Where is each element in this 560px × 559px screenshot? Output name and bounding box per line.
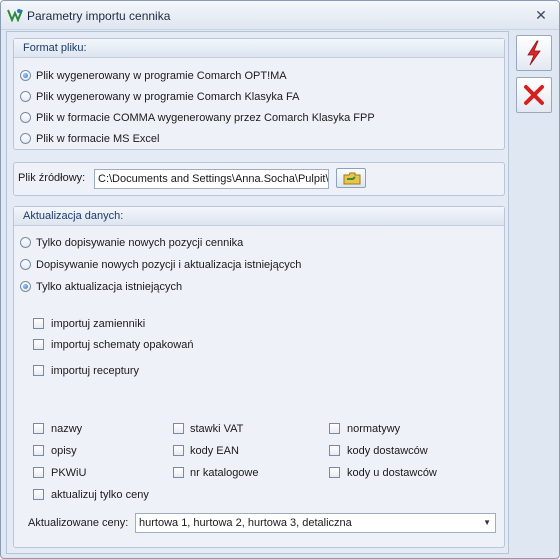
side-toolbar bbox=[511, 31, 555, 552]
checkbox-label: kody EAN bbox=[190, 445, 239, 457]
x-icon bbox=[524, 85, 544, 105]
prices-select[interactable]: hurtowa 1, hurtowa 2, hurtowa 3, detalic… bbox=[135, 513, 496, 533]
checkbox-box[interactable] bbox=[33, 318, 44, 329]
format-option-label: Plik w formacie MS Excel bbox=[36, 133, 160, 145]
format-option-label: Plik wygenerowany w programie Comarch OP… bbox=[36, 70, 287, 82]
checkbox-box[interactable] bbox=[33, 339, 44, 350]
mode-option-label: Tylko aktualizacja istniejących bbox=[36, 281, 183, 293]
source-group: Plik źródłowy: C:\Documents and Settings… bbox=[13, 162, 505, 196]
checkbox-label: PKWiU bbox=[51, 467, 87, 479]
checkbox-box[interactable] bbox=[329, 423, 340, 434]
format-group-title: Format pliku: bbox=[14, 39, 504, 58]
cancel-button[interactable] bbox=[516, 77, 552, 113]
chevron-down-icon[interactable]: ▼ bbox=[483, 514, 491, 532]
mode-option-radio[interactable] bbox=[20, 281, 31, 292]
title-bar: Parametry importu cennika ✕ bbox=[1, 1, 559, 30]
format-option-radio[interactable] bbox=[20, 133, 31, 144]
checkbox-label: importuj zamienniki bbox=[51, 318, 146, 330]
format-group: Format pliku: Plik wygenerowany w progra… bbox=[13, 38, 505, 150]
close-icon[interactable]: ✕ bbox=[533, 7, 549, 23]
checkbox-label: importuj schematy opakowań bbox=[51, 339, 194, 351]
import-dialog: Parametry importu cennika ✕ Format pliku… bbox=[0, 0, 560, 559]
checkbox-label: kody dostawców bbox=[347, 445, 428, 457]
checkbox-label: importuj receptury bbox=[51, 365, 140, 377]
source-path-input[interactable]: C:\Documents and Settings\Anna.Socha\Pul… bbox=[94, 169, 329, 189]
source-label: Plik źródłowy: bbox=[18, 172, 86, 184]
prices-select-value: hurtowa 1, hurtowa 2, hurtowa 3, detalic… bbox=[139, 517, 352, 529]
checkbox-box[interactable] bbox=[329, 445, 340, 456]
checkbox-box[interactable] bbox=[329, 467, 340, 478]
checkbox-box[interactable] bbox=[173, 445, 184, 456]
checkbox-box[interactable] bbox=[33, 365, 44, 376]
mode-option-label: Dopisywanie nowych pozycji i aktualizacj… bbox=[36, 259, 302, 271]
folder-icon bbox=[343, 172, 361, 185]
format-option-radio[interactable] bbox=[20, 91, 31, 102]
update-group-title: Aktualizacja danych: bbox=[14, 207, 504, 226]
checkbox-label: kody u dostawców bbox=[347, 467, 437, 479]
mode-option-radio[interactable] bbox=[20, 259, 31, 270]
checkbox-label: stawki VAT bbox=[190, 423, 244, 435]
checkbox-box[interactable] bbox=[33, 445, 44, 456]
lightning-icon bbox=[527, 40, 541, 66]
mode-option-radio[interactable] bbox=[20, 237, 31, 248]
checkbox-label: nazwy bbox=[51, 423, 83, 435]
app-icon bbox=[7, 9, 23, 22]
confirm-button[interactable] bbox=[516, 35, 552, 71]
prices-label: Aktualizowane ceny: bbox=[28, 517, 129, 529]
checkbox-label: nr katalogowe bbox=[190, 467, 259, 479]
mode-option-label: Tylko dopisywanie nowych pozycji cennika bbox=[36, 237, 244, 249]
format-option-radio[interactable] bbox=[20, 112, 31, 123]
checkbox-box[interactable] bbox=[33, 423, 44, 434]
format-option-radio[interactable] bbox=[20, 70, 31, 81]
checkbox-box[interactable] bbox=[173, 467, 184, 478]
checkbox-box[interactable] bbox=[33, 489, 44, 500]
format-option-label: Plik w formacie COMMA wygenerowany przez… bbox=[36, 112, 375, 124]
update-group: Aktualizacja danych: Tylko dopisywanie n… bbox=[13, 206, 505, 548]
checkbox-label: normatywy bbox=[347, 423, 401, 435]
window-title: Parametry importu cennika bbox=[27, 9, 171, 23]
browse-button[interactable] bbox=[336, 168, 366, 188]
checkbox-label: opisy bbox=[51, 445, 77, 457]
checkbox-box[interactable] bbox=[173, 423, 184, 434]
format-option-label: Plik wygenerowany w programie Comarch Kl… bbox=[36, 91, 300, 103]
dialog-content: Format pliku: Plik wygenerowany w progra… bbox=[6, 31, 509, 554]
checkbox-box[interactable] bbox=[33, 467, 44, 478]
checkbox-label: aktualizuj tylko ceny bbox=[51, 489, 149, 501]
